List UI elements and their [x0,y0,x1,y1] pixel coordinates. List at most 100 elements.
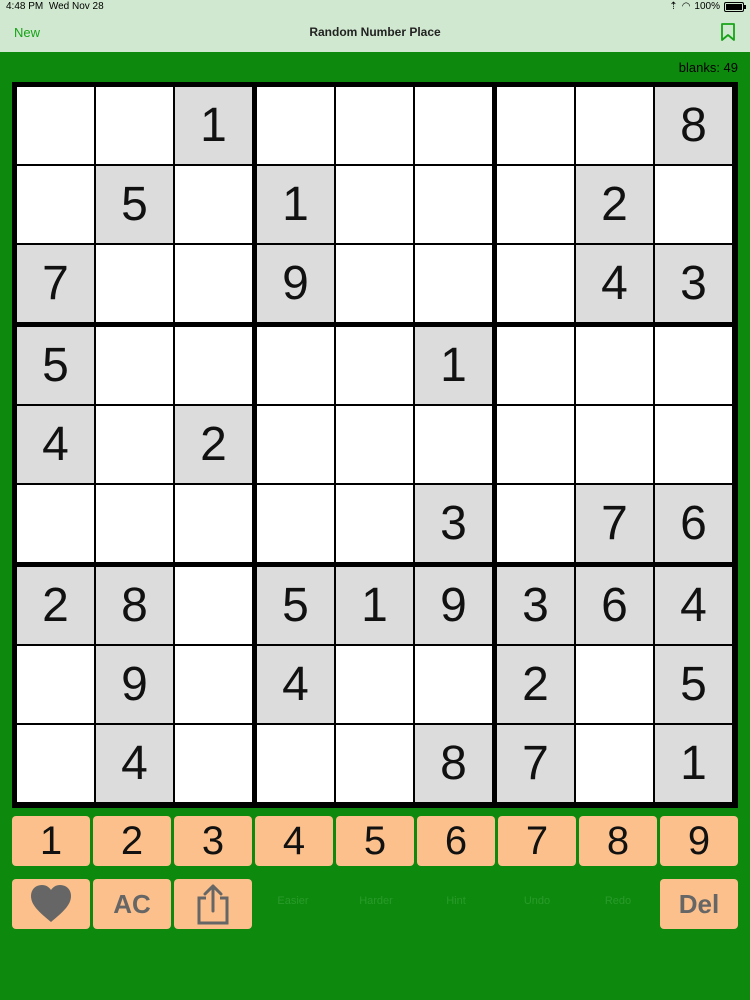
number-button[interactable]: 2 [93,816,171,866]
bookmark-icon[interactable] [720,23,736,41]
sudoku-cell[interactable]: 8 [655,87,732,164]
sudoku-cell[interactable]: 2 [17,567,94,644]
sudoku-cell[interactable]: 7 [576,485,653,562]
sudoku-cell[interactable] [257,485,334,562]
sudoku-cell[interactable]: 1 [336,567,413,644]
number-button[interactable]: 6 [417,816,495,866]
sudoku-cell[interactable] [17,725,94,802]
sudoku-cell[interactable] [336,646,413,723]
sudoku-cell[interactable] [415,406,492,483]
sudoku-cell[interactable]: 7 [17,245,94,322]
sudoku-cell[interactable] [257,406,334,483]
sudoku-cell[interactable] [257,327,334,404]
sudoku-cell[interactable]: 9 [96,646,173,723]
sudoku-cell[interactable] [415,87,492,164]
sudoku-cell[interactable]: 9 [415,567,492,644]
sudoku-cell[interactable] [576,406,653,483]
sudoku-cell[interactable] [336,87,413,164]
sudoku-cell[interactable] [175,327,252,404]
sudoku-cell[interactable] [336,166,413,243]
sudoku-cell[interactable]: 4 [257,646,334,723]
sudoku-cell[interactable] [415,166,492,243]
sudoku-cell[interactable] [17,87,94,164]
favorite-button[interactable] [12,879,90,929]
faint-toolbar-label[interactable]: Redo [583,895,653,907]
sudoku-cell[interactable] [96,406,173,483]
sudoku-cell[interactable]: 6 [576,567,653,644]
number-button[interactable]: 7 [498,816,576,866]
sudoku-cell[interactable]: 4 [655,567,732,644]
faint-toolbar-label[interactable]: Hint [421,895,491,907]
faint-toolbar-label[interactable]: Harder [341,895,411,907]
sudoku-cell[interactable]: 2 [175,406,252,483]
sudoku-cell[interactable] [576,327,653,404]
sudoku-cell[interactable]: 5 [96,166,173,243]
share-button[interactable] [174,879,252,929]
faint-toolbar-label[interactable]: Easier [258,895,328,907]
sudoku-cell[interactable] [497,245,574,322]
sudoku-cell[interactable]: 8 [415,725,492,802]
sudoku-cell[interactable]: 5 [655,646,732,723]
sudoku-cell[interactable]: 2 [576,166,653,243]
number-button[interactable]: 8 [579,816,657,866]
sudoku-cell[interactable] [96,485,173,562]
sudoku-cell[interactable]: 1 [175,87,252,164]
sudoku-cell[interactable] [497,166,574,243]
sudoku-cell[interactable] [17,166,94,243]
sudoku-cell[interactable]: 1 [257,166,334,243]
number-button[interactable]: 3 [174,816,252,866]
sudoku-cell[interactable] [336,327,413,404]
sudoku-cell[interactable] [497,87,574,164]
sudoku-cell[interactable]: 3 [655,245,732,322]
sudoku-cell[interactable] [336,245,413,322]
sudoku-cell[interactable]: 7 [497,725,574,802]
sudoku-cell[interactable] [175,166,252,243]
sudoku-cell[interactable] [175,245,252,322]
sudoku-cell[interactable] [17,646,94,723]
sudoku-cell[interactable]: 4 [17,406,94,483]
sudoku-cell[interactable] [96,327,173,404]
sudoku-cell[interactable]: 1 [415,327,492,404]
sudoku-cell[interactable]: 5 [257,567,334,644]
sudoku-cell[interactable] [576,646,653,723]
sudoku-cell[interactable] [96,87,173,164]
sudoku-cell[interactable] [175,646,252,723]
sudoku-cell[interactable] [415,245,492,322]
sudoku-cell[interactable] [655,166,732,243]
delete-button[interactable]: Del [660,879,738,929]
sudoku-cell[interactable] [336,485,413,562]
sudoku-cell[interactable] [655,406,732,483]
sudoku-cell[interactable] [336,406,413,483]
sudoku-cell[interactable] [257,725,334,802]
sudoku-cell[interactable] [415,646,492,723]
sudoku-cell[interactable] [497,406,574,483]
sudoku-cell[interactable]: 9 [257,245,334,322]
sudoku-cell[interactable] [175,725,252,802]
sudoku-cell[interactable]: 4 [96,725,173,802]
sudoku-cell[interactable] [497,327,574,404]
sudoku-cell[interactable] [17,485,94,562]
sudoku-cell[interactable]: 4 [576,245,653,322]
sudoku-cell[interactable]: 5 [17,327,94,404]
sudoku-cell[interactable] [497,485,574,562]
number-button[interactable]: 4 [255,816,333,866]
sudoku-cell[interactable] [175,567,252,644]
sudoku-cell[interactable]: 1 [655,725,732,802]
sudoku-cell[interactable]: 8 [96,567,173,644]
faint-toolbar-label[interactable]: Undo [502,895,572,907]
sudoku-cell[interactable] [655,327,732,404]
number-button[interactable]: 9 [660,816,738,866]
sudoku-cell[interactable]: 3 [415,485,492,562]
sudoku-cell[interactable] [336,725,413,802]
sudoku-cell[interactable]: 2 [497,646,574,723]
sudoku-cell[interactable] [175,485,252,562]
sudoku-cell[interactable]: 6 [655,485,732,562]
sudoku-cell[interactable] [96,245,173,322]
sudoku-cell[interactable] [576,87,653,164]
number-button[interactable]: 5 [336,816,414,866]
sudoku-cell[interactable]: 3 [497,567,574,644]
clear-all-button[interactable]: AC [93,879,171,929]
number-button[interactable]: 1 [12,816,90,866]
sudoku-cell[interactable] [576,725,653,802]
sudoku-cell[interactable] [257,87,334,164]
